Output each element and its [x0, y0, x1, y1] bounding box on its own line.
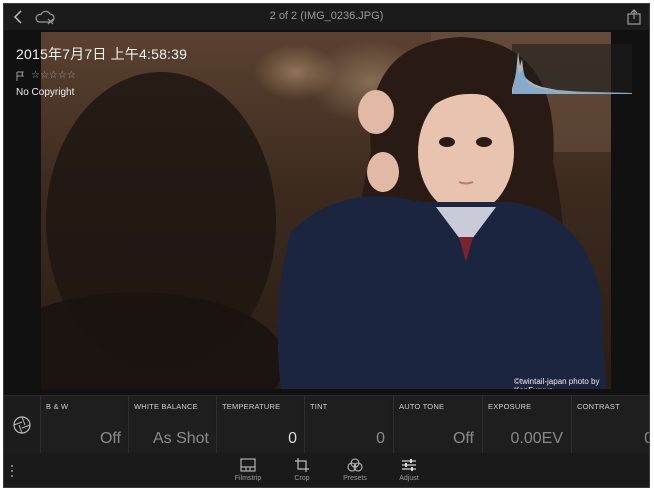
adjust-temperature[interactable]: TEMPERATURE 0: [216, 396, 303, 454]
adjust-tint[interactable]: TINT 0: [304, 396, 391, 454]
adjust-value: As Shot: [152, 430, 209, 447]
bottom-toolbar: Filmstrip Crop Presets Adjust: [4, 453, 649, 487]
adjust-label: WHITE BALANCE: [134, 402, 198, 411]
photo-watermark: ©twintail-japan photo by KanFuruya: [514, 377, 600, 389]
filmstrip-button[interactable]: Filmstrip: [228, 458, 268, 482]
filmstrip-icon: [240, 458, 256, 472]
presets-label: Presets: [343, 475, 367, 482]
adjust-exposure[interactable]: EXPOSURE 0.00EV: [482, 396, 569, 454]
presets-button[interactable]: Presets: [335, 458, 375, 482]
sliders-icon: [402, 459, 416, 471]
adjust-white-balance[interactable]: WHITE BALANCE As Shot: [128, 396, 215, 454]
adjust-value: 0: [376, 430, 385, 447]
adjust-contrast[interactable]: CONTRAST 0: [571, 396, 649, 454]
photo-stage: ©twintail-japan photo by KanFuruya 2015年…: [4, 30, 649, 395]
more-vertical-icon[interactable]: [8, 463, 16, 479]
app-window: 2 of 2 (IMG_0236.JPG) ©twintail-japan ph…: [3, 3, 650, 488]
adjust-label: EXPOSURE: [488, 402, 532, 411]
top-bar: 2 of 2 (IMG_0236.JPG): [4, 4, 649, 30]
histogram: [512, 44, 632, 94]
adjust-label: B & W: [46, 402, 69, 411]
adjust-value: 0.00EV: [510, 430, 563, 447]
filmstrip-label: Filmstrip: [234, 475, 262, 482]
share-icon[interactable]: [625, 8, 643, 26]
aperture-icon: [13, 416, 31, 434]
capture-date: 2015年7月7日 上午4:58:39: [16, 46, 188, 62]
adjust-strip: B & W Off WHITE BALANCE As Shot TEMPERAT…: [4, 395, 649, 454]
aperture-icon-wrapper[interactable]: [4, 396, 40, 454]
copyright-text: No Copyright: [16, 87, 75, 98]
crop-icon: [295, 458, 309, 472]
adjust-label: TEMPERATURE: [222, 402, 281, 411]
rating-row: ☆☆☆☆☆: [16, 70, 187, 81]
adjust-value: 0: [288, 430, 297, 447]
adjust-value: Off: [452, 430, 474, 447]
adjust-bw[interactable]: B & W Off: [40, 396, 127, 454]
adjust-label: TINT: [310, 402, 328, 411]
adjust-label: AUTO TONE: [399, 402, 445, 411]
adjust-label: CONTRAST: [577, 402, 620, 411]
crop-label: Crop: [294, 475, 310, 482]
star-rating[interactable]: ☆☆☆☆☆: [31, 70, 76, 81]
adjust-value: 0: [644, 430, 649, 448]
adjust-label: Adjust: [399, 475, 419, 482]
flag-icon[interactable]: [16, 71, 25, 81]
photo-info: 2015年7月7日 上午4:58:39 ☆☆☆☆☆ No Copyright: [16, 44, 187, 98]
adjust-value: Off: [99, 430, 121, 447]
presets-icon: [347, 458, 363, 472]
adjust-auto-tone[interactable]: AUTO TONE Off: [393, 396, 480, 454]
crop-button[interactable]: Crop: [282, 458, 322, 482]
image-title: 2 of 2 (IMG_0236.JPG): [269, 10, 384, 22]
adjust-button[interactable]: Adjust: [389, 458, 429, 482]
